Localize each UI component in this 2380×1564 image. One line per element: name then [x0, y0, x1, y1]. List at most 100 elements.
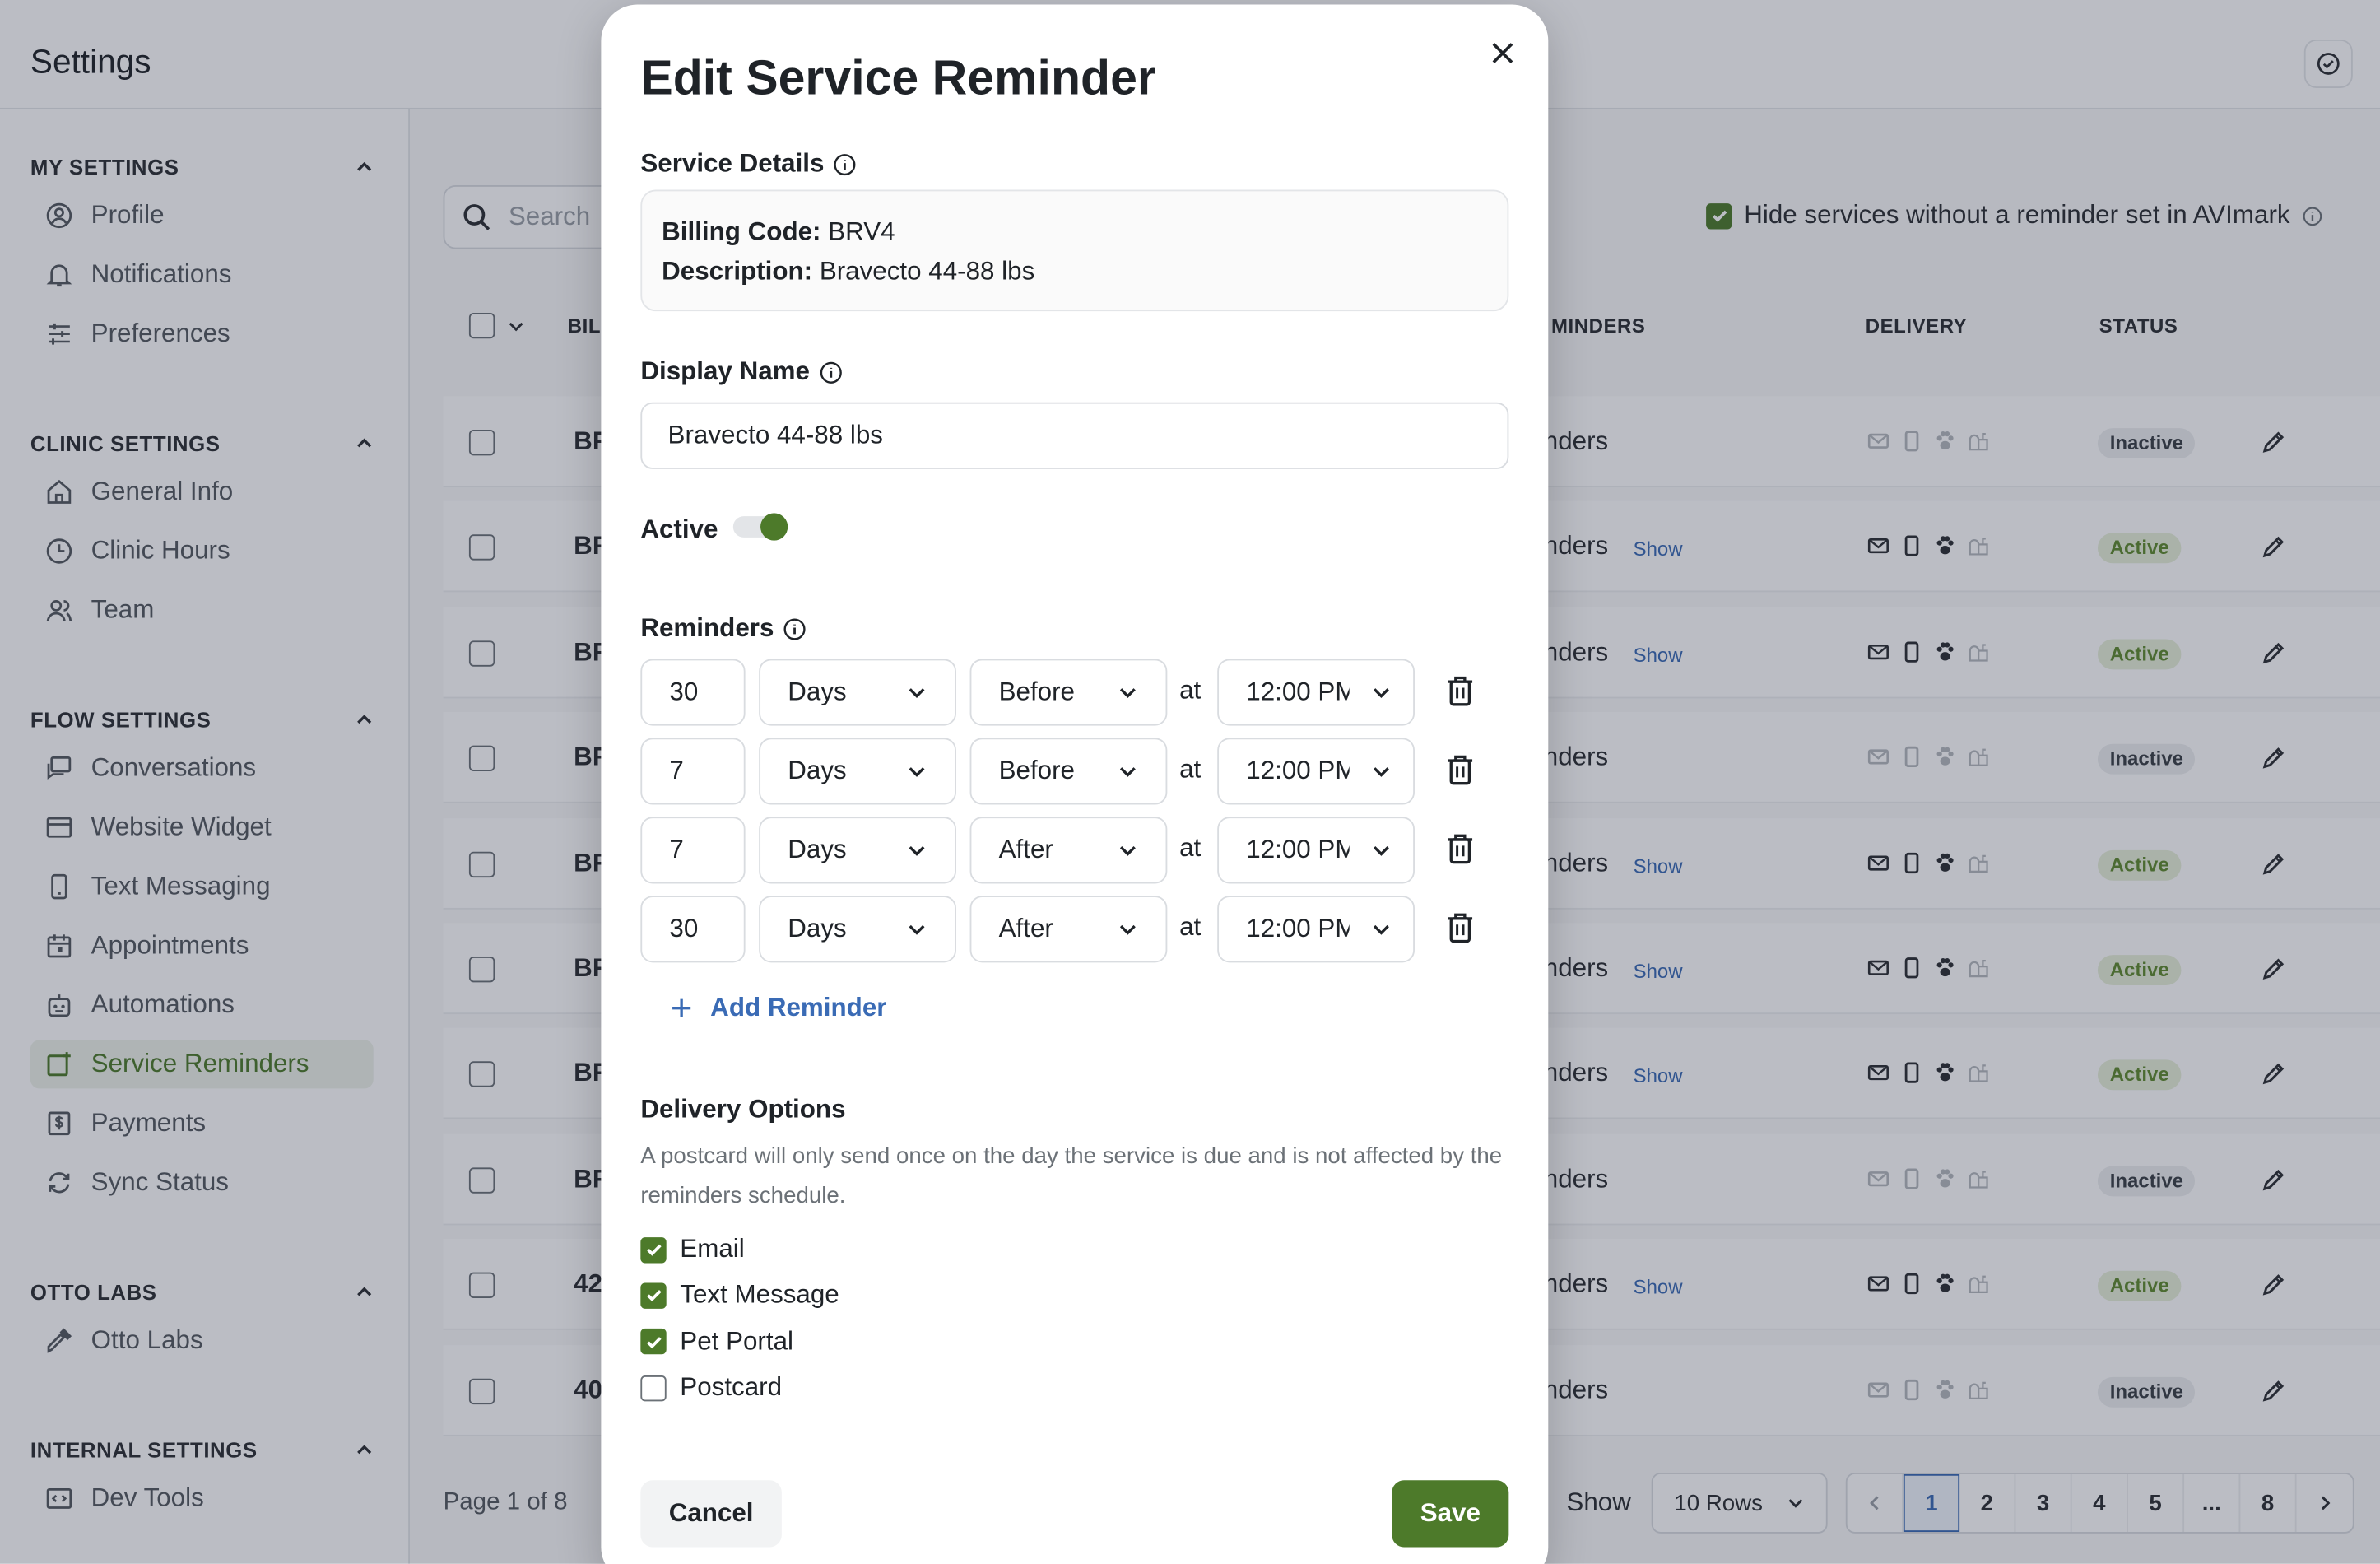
- service-details-text: Service Details: [640, 148, 825, 178]
- reminder-unit-select[interactable]: Days: [759, 817, 956, 884]
- description-line: Description: Bravecto 44-88 lbs: [662, 252, 1487, 291]
- billing-code-label: Billing Code:: [662, 216, 821, 246]
- close-button[interactable]: [1488, 38, 1518, 76]
- at-label: at: [1179, 675, 1202, 705]
- reminder-unit-select[interactable]: Days: [759, 738, 956, 805]
- reminder-time-select[interactable]: 12:00 PM: [1217, 896, 1415, 963]
- reminder-time-value: 12:00 PM: [1246, 835, 1350, 864]
- chevron-down-icon: [909, 846, 925, 856]
- chevron-down-icon: [1373, 924, 1389, 935]
- delete-reminder-button[interactable]: [1445, 911, 1476, 952]
- reminder-unit-value: Days: [788, 914, 847, 943]
- reminder-row: 30 Days After at 12:00 PM: [640, 896, 1490, 963]
- reminder-row: 7 Days After at 12:00 PM: [640, 817, 1490, 884]
- delete-reminder-button[interactable]: [1445, 832, 1476, 873]
- display-name-input[interactable]: Bravecto 44-88 lbs: [640, 402, 1509, 469]
- trash-icon: [1448, 676, 1473, 706]
- delivery-option-email[interactable]: Email: [640, 1234, 745, 1264]
- chevron-down-icon: [909, 924, 925, 935]
- chevron-down-icon: [1373, 767, 1389, 777]
- dialog-title: Edit Service Reminder: [640, 49, 1156, 105]
- reminder-relation-value: Before: [998, 677, 1076, 706]
- reminder-time-value: 12:00 PM: [1246, 914, 1350, 943]
- reminder-unit-value: Days: [788, 756, 847, 785]
- chevron-down-icon: [1373, 846, 1389, 856]
- reminder-time-select[interactable]: 12:00 PM: [1217, 738, 1415, 805]
- reminder-amount-value: 30: [669, 914, 699, 943]
- billing-code-line: Billing Code: BRV4: [662, 212, 1487, 252]
- at-label: at: [1179, 833, 1202, 863]
- service-details-box: Billing Code: BRV4 Description: Bravecto…: [640, 189, 1509, 312]
- save-button[interactable]: Save: [1392, 1480, 1509, 1548]
- reminders-label: Reminders: [640, 613, 806, 644]
- checkmark-icon: [646, 1336, 661, 1348]
- delivery-option-checkbox[interactable]: [640, 1282, 667, 1309]
- delivery-option-label: Email: [680, 1234, 745, 1264]
- reminder-time-select[interactable]: 12:00 PM: [1217, 817, 1415, 884]
- info-icon[interactable]: [834, 152, 857, 175]
- delete-reminder-button[interactable]: [1445, 674, 1476, 715]
- trash-icon: [1448, 755, 1473, 785]
- delivery-option-text-message[interactable]: Text Message: [640, 1281, 839, 1311]
- reminder-time-select[interactable]: 12:00 PM: [1217, 659, 1415, 726]
- reminder-row: 7 Days Before at 12:00 PM: [640, 738, 1490, 805]
- delivery-option-pet-portal[interactable]: Pet Portal: [640, 1327, 793, 1357]
- reminder-relation-select[interactable]: Before: [969, 738, 1168, 805]
- reminder-amount-value: 7: [669, 756, 684, 785]
- description-value: Bravecto 44-88 lbs: [819, 256, 1035, 286]
- info-icon[interactable]: [819, 361, 842, 384]
- delete-reminder-button[interactable]: [1445, 753, 1476, 794]
- at-label: at: [1179, 754, 1202, 784]
- reminder-relation-select[interactable]: After: [969, 896, 1168, 963]
- checkmark-icon: [646, 1290, 661, 1302]
- display-name-value: Bravecto 44-88 lbs: [667, 420, 883, 449]
- reminder-relation-select[interactable]: After: [969, 817, 1168, 884]
- checkmark-icon: [646, 1244, 661, 1256]
- chevron-down-icon: [1119, 767, 1136, 777]
- delivery-options-label: Delivery Options: [640, 1094, 846, 1124]
- reminder-relation-value: After: [998, 835, 1053, 864]
- reminder-relation-value: Before: [998, 756, 1076, 785]
- reminder-row: 30 Days Before at 12:00 PM: [640, 659, 1490, 726]
- reminder-relation-select[interactable]: Before: [969, 659, 1168, 726]
- info-icon[interactable]: [783, 617, 806, 640]
- chevron-down-icon: [1119, 846, 1136, 856]
- reminder-relation-value: After: [998, 914, 1053, 943]
- reminder-unit-select[interactable]: Days: [759, 659, 956, 726]
- chevron-down-icon: [1119, 688, 1136, 699]
- delivery-option-checkbox[interactable]: [640, 1236, 667, 1263]
- delivery-option-label: Postcard: [680, 1372, 783, 1402]
- reminders-text: Reminders: [640, 613, 774, 643]
- delivery-option-checkbox[interactable]: [640, 1375, 667, 1401]
- active-label: Active: [640, 514, 718, 544]
- reminder-amount-value: 30: [669, 677, 699, 706]
- at-label: at: [1179, 912, 1202, 942]
- reminder-amount-input[interactable]: 30: [640, 659, 746, 726]
- cancel-button[interactable]: Cancel: [640, 1480, 782, 1548]
- reminder-time-value: 12:00 PM: [1246, 756, 1350, 785]
- reminder-amount-input[interactable]: 7: [640, 738, 746, 805]
- delivery-option-postcard[interactable]: Postcard: [640, 1373, 782, 1403]
- reminder-time-value: 12:00 PM: [1246, 677, 1350, 706]
- delivery-option-label: Pet Portal: [680, 1326, 793, 1356]
- active-toggle[interactable]: [732, 513, 788, 541]
- toggle-knob: [760, 513, 788, 541]
- reminder-amount-input[interactable]: 7: [640, 817, 746, 884]
- service-details-label: Service Details: [640, 149, 856, 179]
- reminder-amount-value: 7: [669, 835, 684, 864]
- reminder-unit-select[interactable]: Days: [759, 896, 956, 963]
- delivery-note: A postcard will only send once on the da…: [640, 1143, 1503, 1209]
- close-icon: [1492, 43, 1513, 63]
- add-reminder-label: Add Reminder: [710, 993, 887, 1022]
- description-label: Description:: [662, 256, 813, 286]
- display-name-text: Display Name: [640, 356, 810, 386]
- chevron-down-icon: [909, 767, 925, 777]
- billing-code-value: BRV4: [828, 216, 895, 246]
- trash-icon: [1448, 834, 1473, 864]
- chevron-down-icon: [1119, 924, 1136, 935]
- add-reminder-button[interactable]: Add Reminder: [671, 993, 886, 1023]
- delivery-option-checkbox[interactable]: [640, 1329, 667, 1355]
- reminder-amount-input[interactable]: 30: [640, 896, 746, 963]
- edit-service-reminder-dialog: Edit Service Reminder Service Details Bi…: [601, 4, 1549, 1564]
- delivery-option-label: Text Message: [680, 1280, 839, 1310]
